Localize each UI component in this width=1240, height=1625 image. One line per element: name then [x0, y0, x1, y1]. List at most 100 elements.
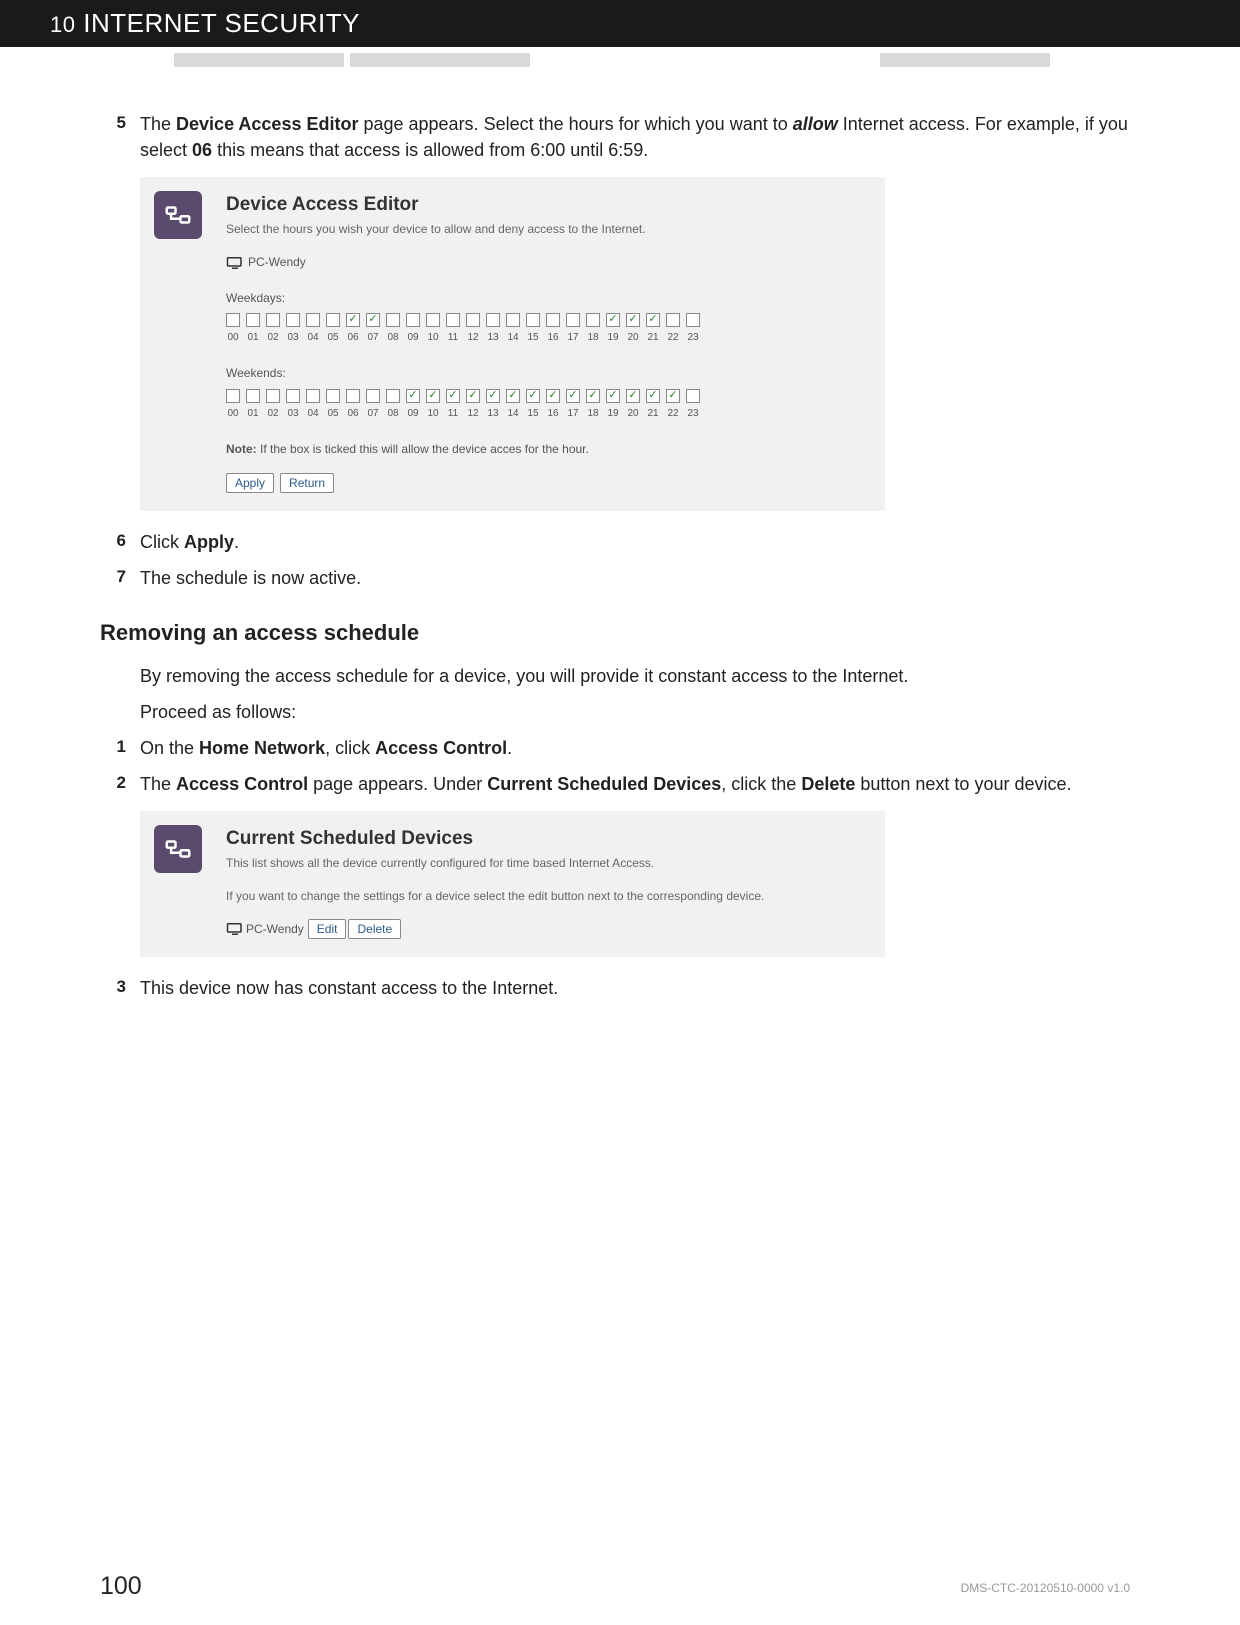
hour-checkbox-09[interactable]	[406, 313, 420, 327]
hour-checkbox-01[interactable]	[246, 389, 260, 403]
hour-checkbox-16[interactable]	[546, 313, 560, 327]
hour-checkbox-20[interactable]	[626, 313, 640, 327]
hour-checkbox-05[interactable]	[326, 389, 340, 403]
hour-checkbox-21[interactable]	[646, 389, 660, 403]
hour-checkbox-22[interactable]	[666, 389, 680, 403]
hour-label: 18	[586, 407, 600, 422]
return-button[interactable]: Return	[280, 473, 334, 493]
hour-checkbox-19[interactable]	[606, 313, 620, 327]
hour-label: 09	[406, 331, 420, 346]
chapter-header: 10 INTERNET SECURITY	[0, 0, 1240, 47]
hour-checkbox-10[interactable]	[426, 313, 440, 327]
hour-label: 13	[486, 331, 500, 346]
device-name: PC-Wendy	[248, 254, 306, 271]
step-6: 6 Click Apply.	[100, 529, 1140, 555]
hour-checkbox-02[interactable]	[266, 389, 280, 403]
network-icon	[154, 191, 202, 239]
hour-label: 07	[366, 407, 380, 422]
hour-checkbox-18[interactable]	[586, 389, 600, 403]
hour-label: 04	[306, 331, 320, 346]
hour-label: 11	[446, 331, 460, 346]
hour-checkbox-20[interactable]	[626, 389, 640, 403]
hour-checkbox-16[interactable]	[546, 389, 560, 403]
scheduled-device-name: PC-Wendy	[246, 921, 304, 938]
hour-checkbox-03[interactable]	[286, 313, 300, 327]
hour-checkbox-15[interactable]	[526, 313, 540, 327]
scheduled-device-row: PC-Wendy Edit Delete	[226, 919, 867, 939]
hour-label: 21	[646, 407, 660, 422]
hour-checkbox-19[interactable]	[606, 389, 620, 403]
hour-label: 17	[566, 407, 580, 422]
hour-checkbox-14[interactable]	[506, 313, 520, 327]
hour-label: 10	[426, 331, 440, 346]
hour-label: 17	[566, 331, 580, 346]
hour-checkbox-23[interactable]	[686, 313, 700, 327]
panel-subtitle: Select the hours you wish your device to…	[226, 221, 867, 238]
hour-label: 16	[546, 407, 560, 422]
hour-checkbox-09[interactable]	[406, 389, 420, 403]
hour-checkbox-04[interactable]	[306, 389, 320, 403]
monitor-icon	[226, 256, 244, 270]
hour-label: 08	[386, 407, 400, 422]
hour-label: 06	[346, 407, 360, 422]
hour-label: 22	[666, 331, 680, 346]
hour-checkbox-01[interactable]	[246, 313, 260, 327]
device-access-editor-panel: Device Access Editor Select the hours yo…	[140, 177, 885, 511]
hour-checkbox-02[interactable]	[266, 313, 280, 327]
hour-checkbox-13[interactable]	[486, 389, 500, 403]
hour-checkbox-03[interactable]	[286, 389, 300, 403]
hour-label: 21	[646, 331, 660, 346]
hour-checkbox-17[interactable]	[566, 389, 580, 403]
hour-checkbox-21[interactable]	[646, 313, 660, 327]
panel-title: Device Access Editor	[226, 191, 867, 219]
hour-checkbox-06[interactable]	[346, 389, 360, 403]
remove-step-1: 1 On the Home Network, click Access Cont…	[100, 735, 1140, 761]
hour-checkbox-22[interactable]	[666, 313, 680, 327]
hour-label: 13	[486, 407, 500, 422]
network-icon	[154, 825, 202, 873]
weekends-hour-grid	[226, 389, 867, 403]
monitor-icon	[226, 922, 244, 936]
hour-checkbox-23[interactable]	[686, 389, 700, 403]
hour-checkbox-17[interactable]	[566, 313, 580, 327]
hour-checkbox-13[interactable]	[486, 313, 500, 327]
hour-checkbox-08[interactable]	[386, 313, 400, 327]
hour-checkbox-15[interactable]	[526, 389, 540, 403]
removing-proceed: Proceed as follows:	[140, 699, 1140, 725]
hour-checkbox-08[interactable]	[386, 389, 400, 403]
hour-label: 20	[626, 407, 640, 422]
step-text: The Access Control page appears. Under C…	[140, 771, 1140, 797]
hour-checkbox-07[interactable]	[366, 389, 380, 403]
chapter-title: INTERNET SECURITY	[83, 8, 360, 38]
hour-label: 06	[346, 331, 360, 346]
removing-intro: By removing the access schedule for a de…	[140, 663, 1140, 689]
hour-label: 05	[326, 331, 340, 346]
hour-checkbox-07[interactable]	[366, 313, 380, 327]
hour-label: 23	[686, 331, 700, 346]
hour-checkbox-12[interactable]	[466, 313, 480, 327]
hour-checkbox-10[interactable]	[426, 389, 440, 403]
delete-button[interactable]: Delete	[348, 919, 401, 939]
weekends-label: Weekends:	[226, 365, 867, 382]
hour-checkbox-00[interactable]	[226, 389, 240, 403]
note-line: Note: If the box is ticked this will all…	[226, 441, 867, 458]
step-number: 6	[100, 529, 140, 555]
hour-checkbox-11[interactable]	[446, 389, 460, 403]
apply-button[interactable]: Apply	[226, 473, 274, 493]
chapter-number: 10	[50, 12, 75, 37]
hour-checkbox-05[interactable]	[326, 313, 340, 327]
hour-checkbox-00[interactable]	[226, 313, 240, 327]
hour-checkbox-11[interactable]	[446, 313, 460, 327]
step-text: On the Home Network, click Access Contro…	[140, 735, 1140, 761]
hour-checkbox-06[interactable]	[346, 313, 360, 327]
hour-label: 10	[426, 407, 440, 422]
hour-label: 12	[466, 407, 480, 422]
hour-checkbox-14[interactable]	[506, 389, 520, 403]
step-7: 7 The schedule is now active.	[100, 565, 1140, 591]
current-scheduled-devices-panel: Current Scheduled Devices This list show…	[140, 811, 885, 957]
edit-button[interactable]: Edit	[308, 919, 347, 939]
hour-checkbox-18[interactable]	[586, 313, 600, 327]
hour-checkbox-12[interactable]	[466, 389, 480, 403]
hour-label: 05	[326, 407, 340, 422]
hour-checkbox-04[interactable]	[306, 313, 320, 327]
